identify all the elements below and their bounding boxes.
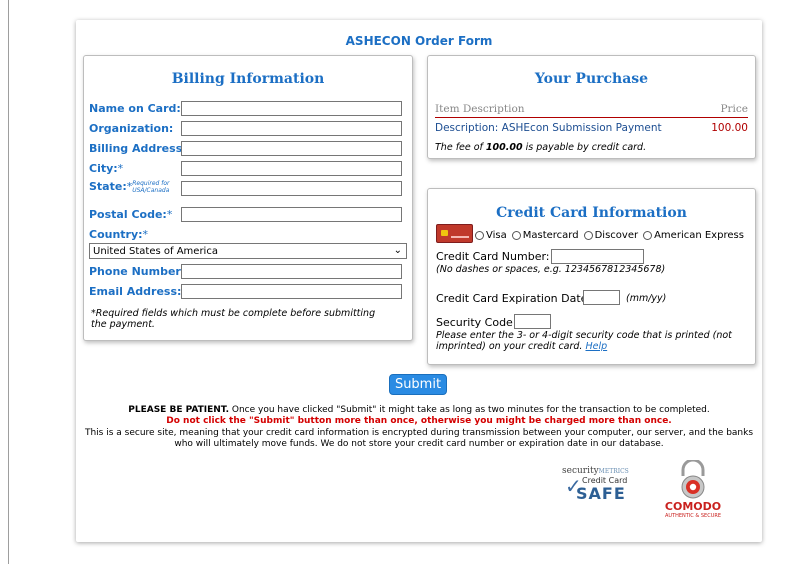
postal-label: Postal Code: bbox=[89, 208, 167, 221]
cc-expiration-input[interactable] bbox=[583, 290, 620, 305]
email-label: Email Address: bbox=[89, 285, 182, 298]
patience-text: Once you have clicked "Submit" it might … bbox=[229, 405, 710, 415]
billing-address-input[interactable] bbox=[181, 141, 402, 156]
form-title: ASHECON Order Form bbox=[345, 34, 493, 48]
sm-logo-brand: METRICS bbox=[598, 468, 629, 475]
security-code-input[interactable] bbox=[514, 314, 551, 329]
credit-card-heading: Credit Card Information bbox=[496, 205, 687, 221]
city-input[interactable] bbox=[181, 161, 402, 176]
secure-site-message: This is a secure site, meaning that your… bbox=[84, 428, 754, 449]
chevron-down-icon: ⌄ bbox=[393, 245, 402, 256]
country-selected-value: United States of America bbox=[93, 245, 218, 257]
credit-card-panel: Credit Card Information Visa Mastercard … bbox=[427, 188, 756, 365]
phone-number-input[interactable] bbox=[181, 264, 402, 279]
name-row: Name on Card:* bbox=[89, 102, 186, 115]
radio-mastercard-label: Mastercard bbox=[522, 230, 579, 241]
cc-number-label: Credit Card Number: bbox=[436, 250, 550, 263]
fee-suffix: is payable by credit card. bbox=[522, 142, 647, 153]
comodo-name: COMODO bbox=[664, 500, 722, 513]
credit-card-icon bbox=[436, 224, 473, 243]
purchase-panel: Your Purchase Item Description Price Des… bbox=[427, 55, 756, 159]
state-row: State:*Required for USA/Canada bbox=[89, 180, 188, 194]
radio-amex[interactable]: American Express bbox=[643, 230, 744, 241]
required-fields-note: *Required fields which must be complete … bbox=[91, 308, 376, 330]
double-charge-warning: Do not click the "Submit" button more th… bbox=[166, 416, 672, 426]
radio-amex-label: American Express bbox=[654, 230, 744, 241]
purchase-heading: Your Purchase bbox=[534, 71, 649, 87]
help-link[interactable]: Help bbox=[585, 341, 607, 352]
submit-button[interactable]: Submit bbox=[389, 374, 447, 395]
radio-visa[interactable]: Visa bbox=[475, 230, 507, 241]
email-address-input[interactable] bbox=[181, 284, 402, 299]
cc-number-input[interactable] bbox=[551, 249, 644, 264]
state-input[interactable] bbox=[181, 181, 402, 196]
address-label: Billing Address: bbox=[89, 142, 187, 155]
radio-discover-label: Discover bbox=[594, 230, 639, 241]
country-row: Country: * bbox=[89, 228, 148, 241]
required-mark: * bbox=[117, 162, 124, 175]
comodo-tagline: AUTHENTIC & SECURE bbox=[664, 513, 721, 519]
org-label: Organization: bbox=[89, 122, 174, 135]
postal-code-input[interactable] bbox=[181, 207, 402, 222]
fee-amount: 100.00 bbox=[485, 142, 523, 153]
name-on-card-input[interactable] bbox=[181, 101, 402, 116]
billing-heading: Billing Information bbox=[171, 71, 325, 87]
required-mark: * bbox=[166, 208, 173, 221]
item-price: 100.00 bbox=[711, 122, 748, 134]
required-mark: * bbox=[142, 228, 149, 241]
security-code-hint: Please enter the 3- or 4-digit security … bbox=[436, 330, 736, 352]
radio-circle-icon bbox=[475, 231, 484, 240]
organization-input[interactable] bbox=[181, 121, 402, 136]
cc-number-hint: (No dashes or spaces, e.g. 1234567812345… bbox=[436, 264, 666, 275]
patience-bold: PLEASE BE PATIENT. bbox=[128, 405, 229, 415]
phone-row: Phone Number:* bbox=[89, 265, 191, 278]
email-row: Email Address:* bbox=[89, 285, 187, 298]
name-label: Name on Card: bbox=[89, 102, 181, 115]
city-label: City: bbox=[89, 162, 118, 175]
billing-panel: Billing Information Name on Card:* Organ… bbox=[83, 55, 413, 341]
sm-logo-safe: SAFE bbox=[576, 484, 626, 503]
radio-visa-label: Visa bbox=[486, 230, 507, 241]
padlock-icon bbox=[681, 458, 705, 499]
purchase-table-header: Item Description Price bbox=[435, 103, 748, 118]
security-code-hint-text: Please enter the 3- or 4-digit security … bbox=[436, 330, 732, 352]
radio-discover[interactable]: Discover bbox=[583, 230, 639, 241]
city-row: City: * bbox=[89, 162, 123, 175]
radio-circle-icon bbox=[643, 231, 653, 240]
radio-circle-icon bbox=[511, 231, 521, 240]
postal-row: Postal Code: * bbox=[89, 208, 172, 221]
fee-prefix: The fee of bbox=[435, 142, 486, 153]
item-description-header: Item Description bbox=[435, 103, 525, 115]
country-label: Country: bbox=[89, 228, 143, 241]
state-note: Required for USA/Canada bbox=[132, 180, 170, 194]
country-select[interactable]: United States of America ⌄ bbox=[89, 243, 407, 259]
phone-label: Phone Number: bbox=[89, 265, 186, 278]
window-edge bbox=[8, 0, 9, 564]
security-code-label: Security Code: bbox=[436, 316, 517, 329]
comodo-logo: COMODO AUTHENTIC & SECURE bbox=[653, 458, 733, 520]
purchase-item-row: Description: ASHEcon Submission Payment … bbox=[435, 122, 748, 134]
cc-exp-label: Credit Card Expiration Date: bbox=[436, 292, 592, 305]
cc-exp-hint: (mm/yy) bbox=[626, 293, 667, 304]
radio-circle-icon bbox=[583, 231, 593, 240]
order-form-card: ASHECON Order Form Billing Information N… bbox=[76, 20, 762, 542]
fee-note: The fee of 100.00 is payable by credit c… bbox=[435, 142, 646, 153]
patience-message: PLEASE BE PATIENT. Once you have clicked… bbox=[76, 405, 762, 416]
card-type-radios: Visa Mastercard Discover American Expres… bbox=[475, 230, 749, 241]
securitymetrics-logo: securityMETRICS Credit Card ✓ SAFE bbox=[560, 466, 640, 516]
item-description: Description: ASHEcon Submission Payment bbox=[435, 122, 662, 134]
address-row: Billing Address:* bbox=[89, 142, 192, 155]
price-header: Price bbox=[720, 103, 748, 115]
org-row: Organization: bbox=[89, 122, 173, 135]
state-label: State: bbox=[89, 180, 127, 193]
radio-mastercard[interactable]: Mastercard bbox=[511, 230, 579, 241]
